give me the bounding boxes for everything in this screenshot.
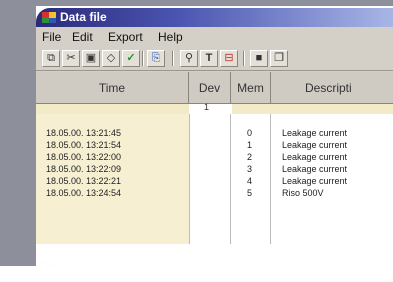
toolbar-separator xyxy=(142,51,144,66)
cell-time: 18.05.00. 13:24:54 xyxy=(46,188,122,198)
window-title: Data file xyxy=(60,10,107,24)
data-file-window: Data file File Edit Export Help ⧉ ✂ ▣ ◇ … xyxy=(36,8,393,266)
menu-bar: File Edit Export Help xyxy=(36,27,393,47)
cell-mem: 3 xyxy=(247,164,253,174)
menu-edit[interactable]: Edit xyxy=(72,30,93,44)
table-row[interactable]: 18.05.00. 13:22:09 3 Leakage current xyxy=(36,164,393,175)
column-header-description[interactable]: Descripti xyxy=(271,72,393,104)
table-row[interactable]: 18.05.00. 13:21:54 1 Leakage current xyxy=(36,140,393,151)
toolbar-separator xyxy=(243,51,245,66)
toolbar: ⧉ ✂ ▣ ◇ ✓ ⎘ ⚲ T ⊟ ■ ❐ xyxy=(36,47,393,71)
cell-description: Riso 500V xyxy=(282,188,324,198)
table-row[interactable]: 18.05.00. 13:24:54 5 Riso 500V xyxy=(36,188,393,199)
search-icon[interactable]: ⚲ xyxy=(180,50,198,67)
group-separator-row: 1 xyxy=(36,102,393,114)
cell-description: Leakage current xyxy=(282,128,348,138)
cell-mem: 4 xyxy=(247,176,253,186)
cell-description: Leakage current xyxy=(282,164,348,174)
cell-time: 18.05.00. 13:21:45 xyxy=(46,128,122,138)
print-preview-icon[interactable]: ⊟ xyxy=(220,50,238,67)
bezel-bottom-edge xyxy=(0,266,393,282)
save-to-disk-icon[interactable]: ▣ xyxy=(82,50,100,67)
bezel-left-edge xyxy=(0,0,36,282)
bezel-top-edge xyxy=(0,0,393,6)
floppy-icon[interactable]: ■ xyxy=(250,50,268,67)
paste-icon[interactable]: ⎘ xyxy=(147,50,165,67)
column-header-mem[interactable]: Mem xyxy=(231,72,271,104)
menu-export[interactable]: Export xyxy=(108,30,143,44)
cut-icon[interactable]: ✂ xyxy=(62,50,80,67)
copy-window-icon[interactable]: ❐ xyxy=(270,50,288,67)
app-icon xyxy=(42,12,56,23)
column-header-dev[interactable]: Dev xyxy=(189,72,231,104)
title-bar[interactable]: Data file xyxy=(36,8,393,27)
cell-time: 18.05.00. 13:22:00 xyxy=(46,152,122,162)
font-icon[interactable]: T xyxy=(200,50,218,67)
cell-description: Leakage current xyxy=(282,140,348,150)
table-row[interactable]: 18.05.00. 13:22:21 4 Leakage current xyxy=(36,176,393,187)
menu-file[interactable]: File xyxy=(42,30,61,44)
cell-description: Leakage current xyxy=(282,176,348,186)
data-grid: Time Dev Mem Descripti 1 18.05.00. 13:21… xyxy=(36,72,393,266)
table-row[interactable]: 18.05.00. 13:22:00 2 Leakage current xyxy=(36,152,393,163)
cell-time: 18.05.00. 13:22:21 xyxy=(46,176,122,186)
group-number: 1 xyxy=(204,102,210,112)
cell-time: 18.05.00. 13:22:09 xyxy=(46,164,122,174)
copy-icon[interactable]: ⧉ xyxy=(42,50,60,67)
cell-description: Leakage current xyxy=(282,152,348,162)
cell-time: 18.05.00. 13:21:54 xyxy=(46,140,122,150)
cell-mem: 5 xyxy=(247,188,253,198)
toolbar-separator xyxy=(172,51,174,66)
cell-mem: 0 xyxy=(247,128,253,138)
cell-mem: 1 xyxy=(247,140,253,150)
check-icon[interactable]: ✓ xyxy=(122,50,140,67)
cell-mem: 2 xyxy=(247,152,253,162)
menu-help[interactable]: Help xyxy=(158,30,183,44)
erase-icon[interactable]: ◇ xyxy=(102,50,120,67)
table-row[interactable]: 18.05.00. 13:21:45 0 Leakage current xyxy=(36,128,393,139)
column-header-time[interactable]: Time xyxy=(36,72,189,104)
